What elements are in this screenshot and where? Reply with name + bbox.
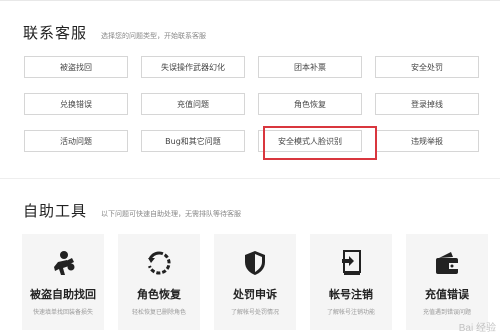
- issue-button-security-penalty[interactable]: 安全处罚: [375, 56, 479, 78]
- issue-button-weapon-transmog[interactable]: 失误操作武器幻化: [141, 56, 245, 78]
- tool-desc: 了解帐号注销功能: [326, 309, 375, 316]
- tool-desc: 快速填单找回装备损失: [32, 309, 93, 316]
- shield-icon: [244, 250, 266, 276]
- account-cancel-icon: [340, 250, 362, 276]
- self-help-tools: 被盗自助找回 快速填单找回装备损失 角色恢复 轻松恢复已删除角色 处罚申诉 了解…: [22, 234, 500, 330]
- contact-title: 联系客服: [23, 24, 88, 42]
- self-help-title: 自助工具: [23, 202, 88, 220]
- thief-icon: [51, 250, 75, 276]
- restore-icon: [146, 250, 172, 276]
- tool-card-penalty-appeal[interactable]: 处罚申诉 了解帐号处罚情况: [214, 234, 296, 330]
- contact-subtitle: 选择您的问题类型，开始联系客服: [101, 32, 207, 40]
- tool-desc: 轻松恢复已删除角色: [131, 309, 186, 316]
- tool-title: 角色恢复: [137, 288, 181, 301]
- issue-button-bug-other[interactable]: Bug和其它问题: [141, 130, 245, 152]
- contact-header: 联系客服 选择您的问题类型，开始联系客服: [23, 22, 206, 43]
- issue-button-stolen-recovery[interactable]: 被盗找回: [24, 56, 128, 78]
- tool-title: 被盗自助找回: [30, 288, 96, 301]
- tool-title: 帐号注销: [329, 288, 373, 301]
- self-help-subtitle: 以下问题可快速自助处理，无需排队等待客服: [101, 210, 242, 218]
- issue-button-recharge[interactable]: 充值问题: [141, 93, 245, 115]
- wallet-icon: [434, 250, 460, 276]
- issue-button-face-recognition[interactable]: 安全模式人脸识别: [258, 130, 362, 152]
- tool-title: 充值错误: [425, 288, 469, 301]
- tool-card-account-cancel[interactable]: 帐号注销 了解帐号注销功能: [310, 234, 392, 330]
- tool-card-character-restore[interactable]: 角色恢复 轻松恢复已删除角色: [118, 234, 200, 330]
- issue-button-exchange-error[interactable]: 兑换错误: [24, 93, 128, 115]
- top-border: [0, 0, 500, 1]
- issue-row: 被盗找回 失误操作武器幻化 团本补票 安全处罚: [24, 56, 479, 78]
- section-divider: [0, 178, 500, 179]
- issue-row: 兑换错误 充值问题 角色恢复 登录掉线: [24, 93, 479, 115]
- tool-title: 处罚申诉: [233, 288, 277, 301]
- issue-button-character-restore[interactable]: 角色恢复: [258, 93, 362, 115]
- issue-button-raid-ticket[interactable]: 团本补票: [258, 56, 362, 78]
- tool-desc: 充值遇到错误问题: [422, 309, 471, 316]
- tool-card-stolen-recovery[interactable]: 被盗自助找回 快速填单找回装备损失: [22, 234, 104, 330]
- issue-button-violation-report[interactable]: 违规举报: [375, 130, 479, 152]
- self-help-header: 自助工具 以下问题可快速自助处理，无需排队等待客服: [23, 200, 241, 221]
- issue-type-grid: 被盗找回 失误操作武器幻化 团本补票 安全处罚 兑换错误 充值问题 角色恢复 登…: [24, 56, 479, 167]
- tool-card-recharge-error[interactable]: 充值错误 充值遇到错误问题: [406, 234, 488, 330]
- issue-button-login-disconnect[interactable]: 登录掉线: [375, 93, 479, 115]
- issue-row: 活动问题 Bug和其它问题 安全模式人脸识别 违规举报: [24, 130, 479, 152]
- tool-desc: 了解帐号处罚情况: [230, 309, 279, 316]
- issue-button-event[interactable]: 活动问题: [24, 130, 128, 152]
